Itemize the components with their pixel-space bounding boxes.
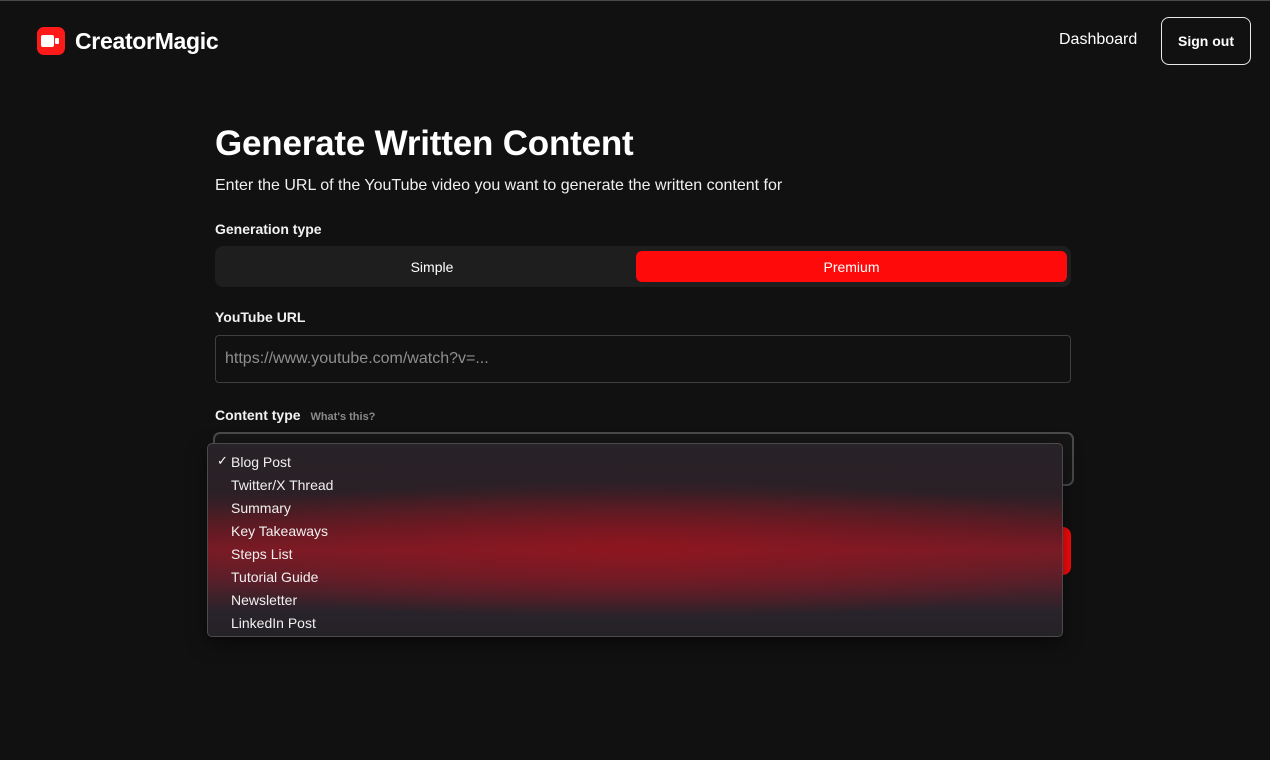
generation-type-premium[interactable]: Premium (636, 251, 1067, 282)
dashboard-link[interactable]: Dashboard (1059, 31, 1137, 49)
generation-type-simple[interactable]: Simple (219, 251, 645, 282)
youtube-url-label: YouTube URL (215, 309, 306, 325)
content-type-option-blog-post[interactable]: ✓ Blog Post (208, 449, 1062, 472)
video-camera-icon (37, 27, 65, 55)
sign-out-button[interactable]: Sign out (1161, 17, 1251, 65)
generation-type-toggle: Simple Premium (215, 246, 1071, 287)
content-type-dropdown: ✓ Blog Post Twitter/X Thread Summary Key… (207, 443, 1063, 637)
option-label: Blog Post (231, 454, 291, 470)
content-type-option-summary[interactable]: Summary (208, 495, 1062, 518)
brand-logo[interactable]: CreatorMagic (37, 27, 219, 55)
content-type-option-tutorial-guide[interactable]: Tutorial Guide (208, 564, 1062, 587)
content-type-option-newsletter[interactable]: Newsletter (208, 587, 1062, 610)
option-label: Newsletter (231, 592, 298, 608)
content-type-option-key-takeaways[interactable]: Key Takeaways (208, 518, 1062, 541)
site-header: CreatorMagic Dashboard Sign out (0, 0, 1270, 82)
brand-name: CreatorMagic (75, 27, 219, 54)
option-label: Tutorial Guide (231, 569, 319, 585)
content-type-option-linkedin-post[interactable]: LinkedIn Post (208, 610, 1062, 633)
option-label: LinkedIn Post (231, 615, 316, 631)
content-type-option-steps-list[interactable]: Steps List (208, 541, 1062, 564)
content-type-label-text: Content type (215, 407, 301, 423)
page-subtitle: Enter the URL of the YouTube video you w… (215, 177, 783, 194)
content-type-label: Content type What's this? (215, 407, 375, 423)
option-label: Steps List (231, 546, 293, 562)
check-icon: ✓ (217, 453, 228, 468)
page-title: Generate Written Content (215, 124, 634, 163)
generation-type-label: Generation type (215, 221, 322, 237)
option-label: Key Takeaways (231, 523, 329, 539)
youtube-url-input[interactable] (215, 335, 1071, 383)
whats-this-link[interactable]: What's this? (310, 411, 375, 423)
content-type-option-twitter-thread[interactable]: Twitter/X Thread (208, 472, 1062, 495)
option-label: Twitter/X Thread (231, 477, 334, 493)
option-label: Summary (231, 500, 291, 516)
